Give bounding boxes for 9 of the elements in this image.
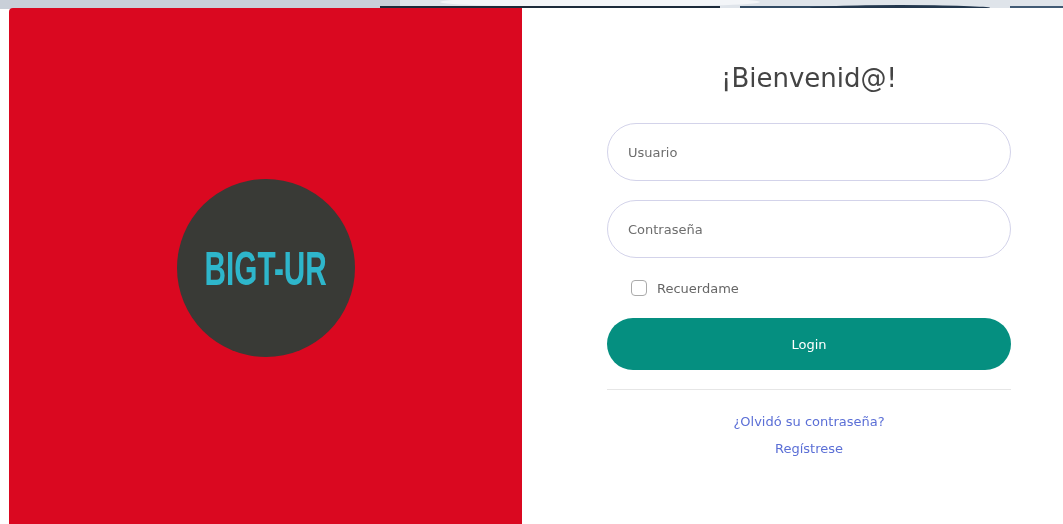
input-field[interactable]: Contraseña xyxy=(607,200,1011,258)
input-field[interactable]: Usuario xyxy=(607,123,1011,181)
welcome-title: ¡Bienvenid@! xyxy=(720,63,898,93)
checkbox[interactable] xyxy=(631,280,647,296)
login-button[interactable]: Login xyxy=(607,318,1011,370)
checkbox-label: Recuerdame xyxy=(657,280,739,296)
link[interactable]: Regístrese xyxy=(775,439,843,458)
link[interactable]: ¿Olvidó su contraseña? xyxy=(733,412,885,431)
logo: BIGT-UR xyxy=(176,179,355,357)
